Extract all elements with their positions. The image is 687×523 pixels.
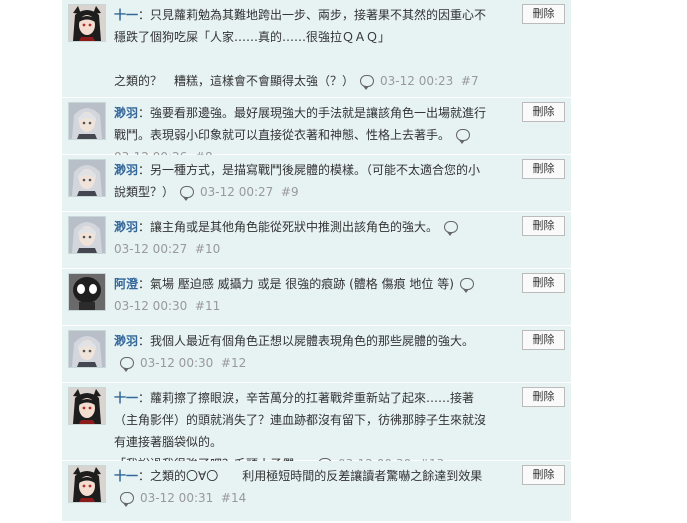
comment-author[interactable]: 渺羽	[114, 334, 138, 348]
comment-author[interactable]: 渺羽	[114, 106, 138, 120]
delete-button[interactable]: 刪除	[522, 102, 565, 122]
reply-icon[interactable]	[120, 492, 134, 507]
comment-item: 十一：之類的〇∀〇 利用極短時間的反差讓讀者驚嚇之餘達到效果 03-12 00:3…	[62, 461, 571, 522]
floor-number: #9	[280, 185, 299, 199]
floor-number: #10	[194, 242, 221, 256]
avatar[interactable]	[68, 102, 106, 140]
comment-text: ：讓主角或是其他角色能從死狀中推測出該角色的強大。	[138, 220, 439, 234]
floor-number: #11	[194, 299, 221, 313]
floor-number: #12	[220, 356, 247, 370]
avatar[interactable]	[68, 330, 106, 368]
comment-time: 03-12 00:30	[114, 299, 188, 313]
avatar[interactable]	[68, 4, 106, 42]
comment-text: ：強要看那邊強。最好展現強大的手法就是讓該角色一出場就進行戰鬥。表現弱小印象就可…	[114, 106, 487, 142]
avatar[interactable]	[68, 465, 106, 503]
comment-author[interactable]: 十一	[114, 8, 138, 22]
comment-author[interactable]: 渺羽	[114, 163, 138, 177]
comment-item: 渺羽：讓主角或是其他角色能從死狀中推測出該角色的強大。 03-12 00:27 #…	[62, 212, 571, 269]
delete-button[interactable]: 刪除	[522, 330, 565, 350]
comment-time: 03-12 00:27	[114, 242, 188, 256]
comment-text: ：我個人最近有個角色正想以屍體表現角色的那些屍體的強大。	[138, 334, 475, 348]
comment-item: 渺羽：我個人最近有個角色正想以屍體表現角色的那些屍體的強大。 03-12 00:3…	[62, 326, 571, 383]
comment-text: ：氣場 壓迫感 威攝力 或是 很強的痕跡 (體格 傷痕 地位 等)	[138, 277, 454, 291]
comment-time: 03-12 00:23	[380, 74, 454, 88]
comment-author[interactable]: 阿澄	[114, 277, 138, 291]
comment-author[interactable]: 十一	[114, 469, 138, 483]
comment-list: 十一：只見蘿莉勉為其難地跨出一步、兩步，接著果不其然的因重心不穩跌了個狗吃屎「人…	[62, 0, 571, 522]
avatar[interactable]	[68, 387, 106, 425]
delete-button[interactable]: 刪除	[522, 465, 565, 485]
comment-author[interactable]: 渺羽	[114, 220, 138, 234]
comment-text: ：只見蘿莉勉為其難地跨出一步、兩步，接著果不其然的因重心不穩跌了個狗吃屎「人家……	[114, 8, 487, 44]
reply-icon[interactable]	[456, 129, 471, 144]
reply-icon[interactable]	[120, 357, 134, 372]
comment-item: 渺羽：另一種方式，是描寫戰鬥後屍體的模樣。（可能不太適合您的小說類型？） 03-1…	[62, 155, 571, 212]
reply-icon[interactable]	[360, 75, 375, 90]
avatar[interactable]	[68, 159, 106, 197]
delete-button[interactable]: 刪除	[522, 216, 565, 236]
comment-item: 渺羽：強要看那邊強。最好展現強大的手法就是讓該角色一出場就進行戰鬥。表現弱小印象…	[62, 98, 571, 164]
comment-item: 阿澄：氣場 壓迫感 威攝力 或是 很強的痕跡 (體格 傷痕 地位 等) 03-12…	[62, 269, 571, 326]
comment-text: 之類的？ 糟糕，這樣會不會顯得太強（？）	[114, 74, 355, 88]
reply-icon[interactable]	[459, 278, 474, 293]
floor-number: #7	[460, 74, 479, 88]
comment-item: 十一：蘿莉擦了擦眼淚，辛苦萬分的扛著戰斧重新站了起來……接著（主角影伴）的頭就消…	[62, 383, 571, 473]
comment-time: 03-12 00:27	[200, 185, 274, 199]
avatar[interactable]	[68, 273, 106, 311]
floor-number: #14	[220, 491, 247, 505]
delete-button[interactable]: 刪除	[522, 159, 565, 179]
comment-text: ：之類的〇∀〇 利用極短時間的反差讓讀者驚嚇之餘達到效果	[138, 469, 483, 483]
comment-text: ：蘿莉擦了擦眼淚，辛苦萬分的扛著戰斧重新站了起來……接著（主角影伴）的頭就消失了…	[114, 391, 487, 449]
delete-button[interactable]: 刪除	[522, 4, 565, 24]
comment-item: 十一：只見蘿莉勉為其難地跨出一步、兩步，接著果不其然的因重心不穩跌了個狗吃屎「人…	[62, 0, 571, 98]
delete-button[interactable]: 刪除	[522, 273, 565, 293]
comment-author[interactable]: 十一	[114, 391, 138, 405]
reply-icon[interactable]	[444, 221, 459, 236]
reply-icon[interactable]	[180, 186, 195, 201]
comment-time: 03-12 00:31	[140, 491, 214, 505]
delete-button[interactable]: 刪除	[522, 387, 565, 407]
comment-time: 03-12 00:30	[140, 356, 214, 370]
avatar[interactable]	[68, 216, 106, 254]
